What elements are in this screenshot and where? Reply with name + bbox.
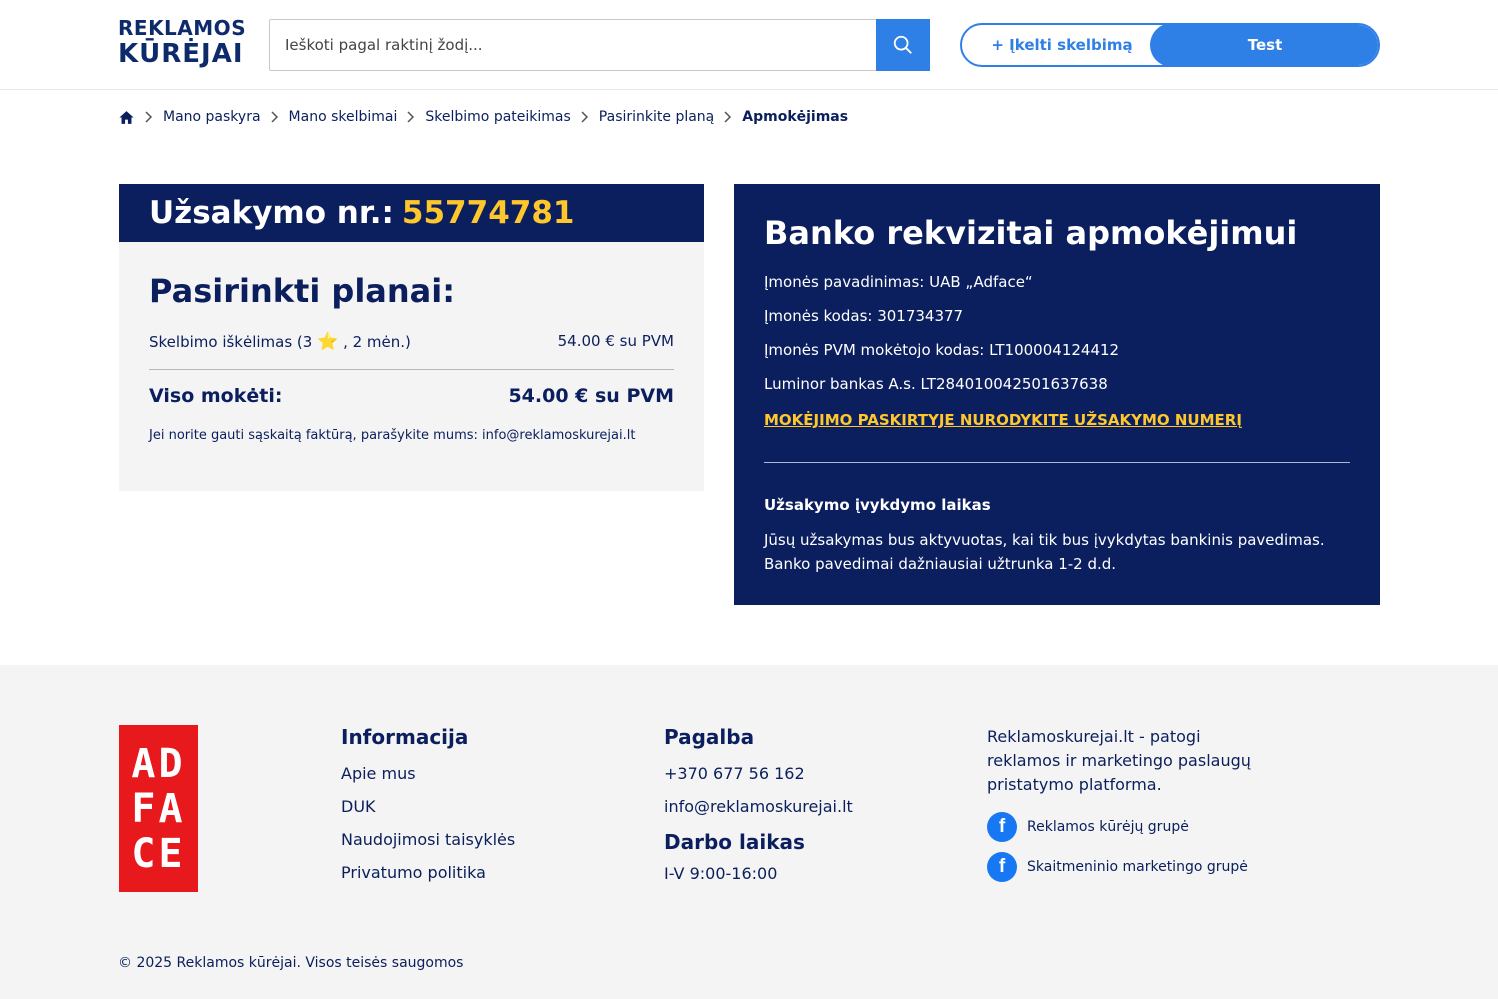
plan-price: 54.00 € su PVM xyxy=(557,332,674,350)
order-summary: Pasirinkti planai: Skelbimo iškėlimas (3… xyxy=(119,242,704,491)
facebook-icon: f xyxy=(987,852,1017,882)
chevron-right-icon xyxy=(145,111,153,123)
facebook-group-link-1[interactable]: f Reklamos kūrėjų grupė xyxy=(987,812,1189,842)
working-hours: I-V 9:00-16:00 xyxy=(664,864,778,883)
star-icon: ⭐ xyxy=(317,332,339,352)
footer-link-terms[interactable]: Naudojimosi taisyklės xyxy=(341,830,515,849)
info-heading: Informacija xyxy=(341,725,469,749)
facebook-icon: f xyxy=(987,812,1017,842)
breadcrumb-link-choose-plan[interactable]: Pasirinkite planą xyxy=(599,109,714,125)
logo-line2: KŪRĖJAI xyxy=(118,39,244,69)
breadcrumb-link-ad-submission[interactable]: Skelbimo pateikimas xyxy=(425,109,570,125)
copyright-text: © 2025 Reklamos kūrėjai. Visos teisės sa… xyxy=(118,955,464,971)
footer-about-text: Reklamoskurejai.lt - patogi reklamos ir … xyxy=(987,727,1251,794)
site-header: REKLAMOS KŪRĖJAI + Įkelti skelbimą Test xyxy=(0,0,1498,90)
execution-line-1: Jūsų užsakymas bus aktyvuotas, kai tik b… xyxy=(764,531,1325,549)
bank-details-title: Banko rekvizitai apmokėjimui xyxy=(764,214,1298,252)
order-number: 55774781 xyxy=(401,195,575,231)
adface-logo-line3: CE xyxy=(131,831,186,877)
help-heading: Pagalba xyxy=(664,725,755,749)
plan-name-text: Skelbimo iškėlimas (3 xyxy=(149,333,313,351)
summary-divider xyxy=(149,369,674,370)
site-logo[interactable]: REKLAMOS KŪRĖJAI xyxy=(118,16,247,72)
bank-details-card: Banko rekvizitai apmokėjimui Įmonės pava… xyxy=(734,184,1380,605)
search-icon xyxy=(893,35,912,54)
search-button[interactable] xyxy=(876,19,930,71)
footer-help-column: Pagalba +370 677 56 162 info@reklamoskur… xyxy=(664,725,853,897)
breadcrumb-link-my-ads[interactable]: Mano skelbimai xyxy=(289,109,398,125)
total-label: Viso mokėti: xyxy=(149,385,283,407)
footer-link-privacy[interactable]: Privatumo politika xyxy=(341,863,515,882)
bank-account: Luminor bankas A.s. LT284010042501637638 xyxy=(764,375,1108,393)
plans-heading: Pasirinkti planai: xyxy=(149,272,456,310)
execution-time-heading: Užsakymo įvykdymo laikas xyxy=(764,496,991,514)
breadcrumb: Mano paskyra Mano skelbimai Skelbimo pat… xyxy=(118,106,848,128)
footer-phone-link[interactable]: +370 677 56 162 xyxy=(664,764,853,783)
company-name: Įmonės pavadinimas: UAB „Adface“ xyxy=(764,273,1033,291)
hours-heading: Darbo laikas xyxy=(664,830,805,854)
execution-time-text: Jūsų užsakymas bus aktyvuotas, kai tik b… xyxy=(764,528,1354,576)
footer-email-link[interactable]: info@reklamoskurejai.lt xyxy=(664,797,853,816)
facebook-group-link-2[interactable]: f Skaitmeninio marketingo grupė xyxy=(987,852,1248,882)
search-input[interactable] xyxy=(270,20,877,70)
upload-ad-button[interactable]: + Įkelti skelbimą xyxy=(962,25,1162,65)
breadcrumb-current: Apmokėjimas xyxy=(742,109,849,125)
search-bar xyxy=(269,19,930,71)
payment-purpose-notice: MOKĖJIMO PASKIRTYJE NURODYKITE UŽSAKYMO … xyxy=(764,411,1242,429)
company-code: Įmonės kodas: 301734377 xyxy=(764,307,964,325)
adface-logo-line2: FA xyxy=(131,786,186,832)
invoice-note: Jei norite gauti sąskaitą faktūrą, paraš… xyxy=(149,428,636,443)
chevron-right-icon xyxy=(724,111,732,123)
footer-link-about[interactable]: Apie mus xyxy=(341,764,515,783)
user-menu-button[interactable]: Test xyxy=(1150,25,1378,65)
facebook-group-label: Skaitmeninio marketingo grupė xyxy=(1027,859,1248,875)
facebook-group-label: Reklamos kūrėjų grupė xyxy=(1027,819,1189,835)
chevron-right-icon xyxy=(271,111,279,123)
plan-name: Skelbimo iškėlimas (3 ⭐ , 2 mėn.) xyxy=(149,332,411,352)
plan-name-duration: , 2 mėn.) xyxy=(343,333,411,351)
account-actions: + Įkelti skelbimą Test xyxy=(960,23,1380,67)
chevron-right-icon xyxy=(407,111,415,123)
execution-line-2: Banko pavedimai dažniausiai užtrunka 1-2… xyxy=(764,555,1117,573)
order-number-label: Užsakymo nr.: xyxy=(149,195,394,231)
site-footer: AD FA CE Informacija Apie mus DUK Naudoj… xyxy=(0,665,1498,999)
order-number-header: Užsakymo nr.: 55774781 xyxy=(119,184,704,242)
adface-logo-line1: AD xyxy=(131,741,186,787)
vat-code: Įmonės PVM mokėtojo kodas: LT10000412441… xyxy=(764,341,1120,359)
chevron-right-icon xyxy=(581,111,589,123)
adface-logo[interactable]: AD FA CE xyxy=(119,725,198,892)
footer-link-faq[interactable]: DUK xyxy=(341,797,515,816)
logo-line1: REKLAMOS xyxy=(118,16,247,40)
breadcrumb-link-account[interactable]: Mano paskyra xyxy=(163,109,261,125)
footer-info-column: Informacija Apie mus DUK Naudojimosi tai… xyxy=(341,725,515,896)
bank-divider xyxy=(764,462,1350,463)
total-value: 54.00 € su PVM xyxy=(508,385,674,407)
total-row: Viso mokėti: 54.00 € su PVM xyxy=(149,385,674,407)
plan-row: Skelbimo iškėlimas (3 ⭐ , 2 mėn.) 54.00 … xyxy=(149,332,674,352)
home-icon[interactable] xyxy=(118,109,135,126)
